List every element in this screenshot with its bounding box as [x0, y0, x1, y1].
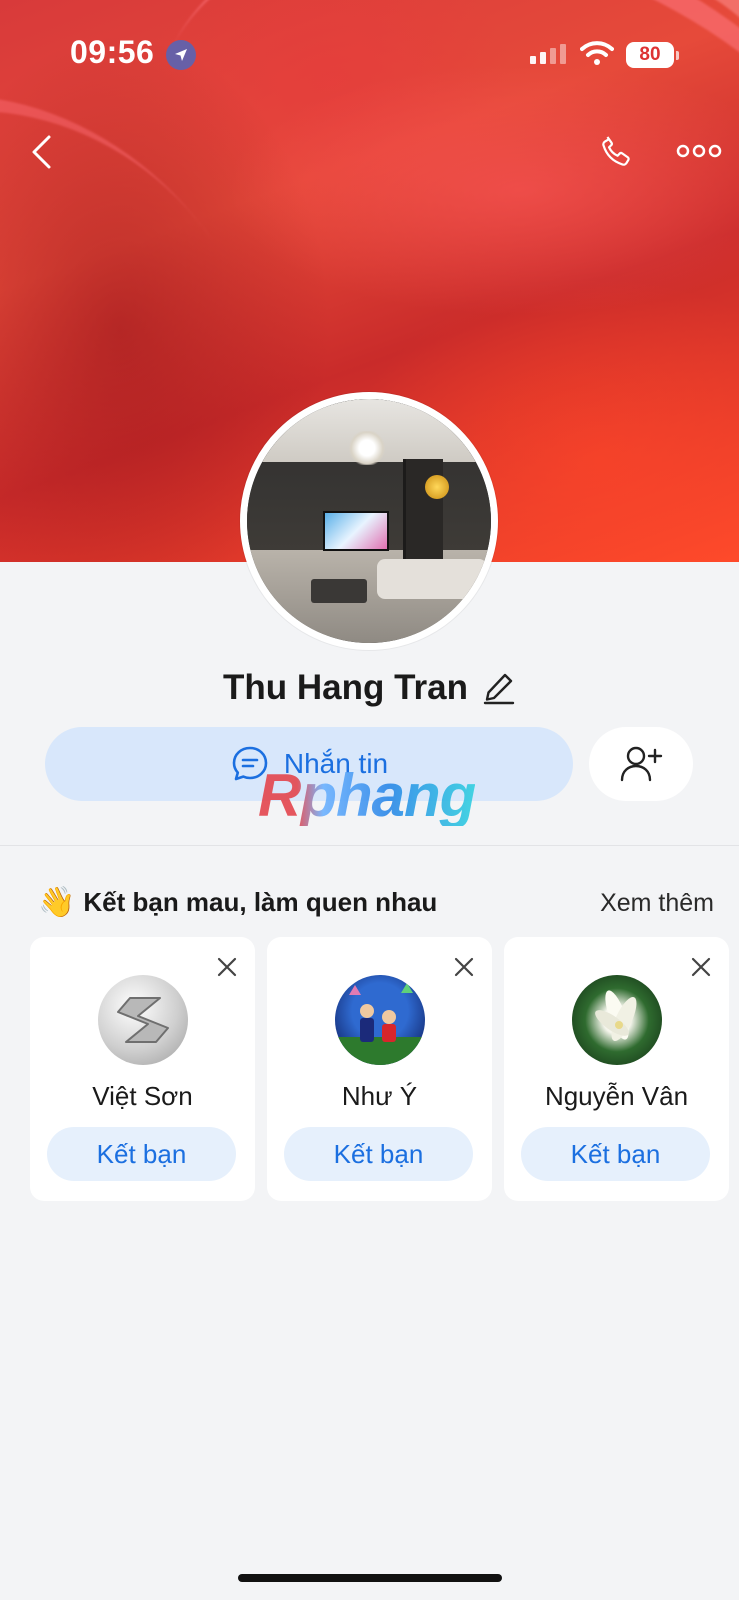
status-bar: 09:56 80 [0, 0, 739, 110]
close-icon[interactable] [452, 955, 476, 979]
suggestions-title: 👋 Kết bạn mau, làm quen nhau [38, 885, 437, 920]
cellular-signal-icon [530, 44, 566, 64]
more-options-button[interactable] [674, 136, 724, 166]
add-user-icon [620, 746, 663, 782]
suggestion-name: Như Ý [341, 1081, 418, 1111]
phone-icon [602, 136, 630, 166]
avatar[interactable] [572, 975, 662, 1065]
suggestions-title-text: Kết bạn mau, làm quen nhau [83, 887, 438, 917]
back-button[interactable] [22, 128, 62, 176]
suggestion-name: Nguyễn Vân [544, 1081, 689, 1111]
location-arrow-icon [166, 40, 196, 70]
suggestion-card[interactable]: Như Ý Kết bạn [267, 937, 492, 1201]
white-flower-icon [595, 990, 637, 1042]
avatar[interactable] [98, 975, 188, 1065]
add-friend-suggestion-button[interactable]: Kết bạn [521, 1127, 710, 1181]
more-dots-icon [676, 144, 722, 158]
suggestion-name: Việt Sơn [92, 1081, 193, 1111]
chevron-left-icon [32, 135, 51, 169]
section-divider [0, 845, 739, 846]
avatar[interactable] [335, 975, 425, 1065]
suzuki-logo-icon [117, 997, 169, 1043]
call-button[interactable] [594, 130, 638, 174]
profile-name: Thu Hang Tran [223, 668, 468, 707]
close-icon[interactable] [689, 955, 713, 979]
children-photo-icon [335, 983, 425, 1065]
suggestion-card[interactable]: Nguyễn Vân Kết bạn [504, 937, 729, 1201]
home-indicator [238, 1574, 502, 1582]
status-time: 09:56 [70, 34, 155, 70]
edit-pencil-icon[interactable] [482, 670, 516, 706]
profile-avatar[interactable] [240, 392, 498, 650]
battery-indicator: 80 [626, 42, 679, 68]
suggestion-card[interactable]: Việt Sơn Kết bạn [30, 937, 255, 1201]
see-more-link[interactable]: Xem thêm [600, 889, 714, 918]
add-friend-suggestion-button[interactable]: Kết bạn [47, 1127, 236, 1181]
add-friend-suggestion-button[interactable]: Kết bạn [284, 1127, 473, 1181]
watermark-logo: Rphang [258, 762, 476, 829]
waving-hand-icon: 👋 [38, 886, 76, 919]
wifi-icon [580, 40, 614, 71]
profile-name-row: Thu Hang Tran [0, 668, 739, 708]
close-icon[interactable] [215, 955, 239, 979]
add-friend-button[interactable] [589, 727, 693, 801]
